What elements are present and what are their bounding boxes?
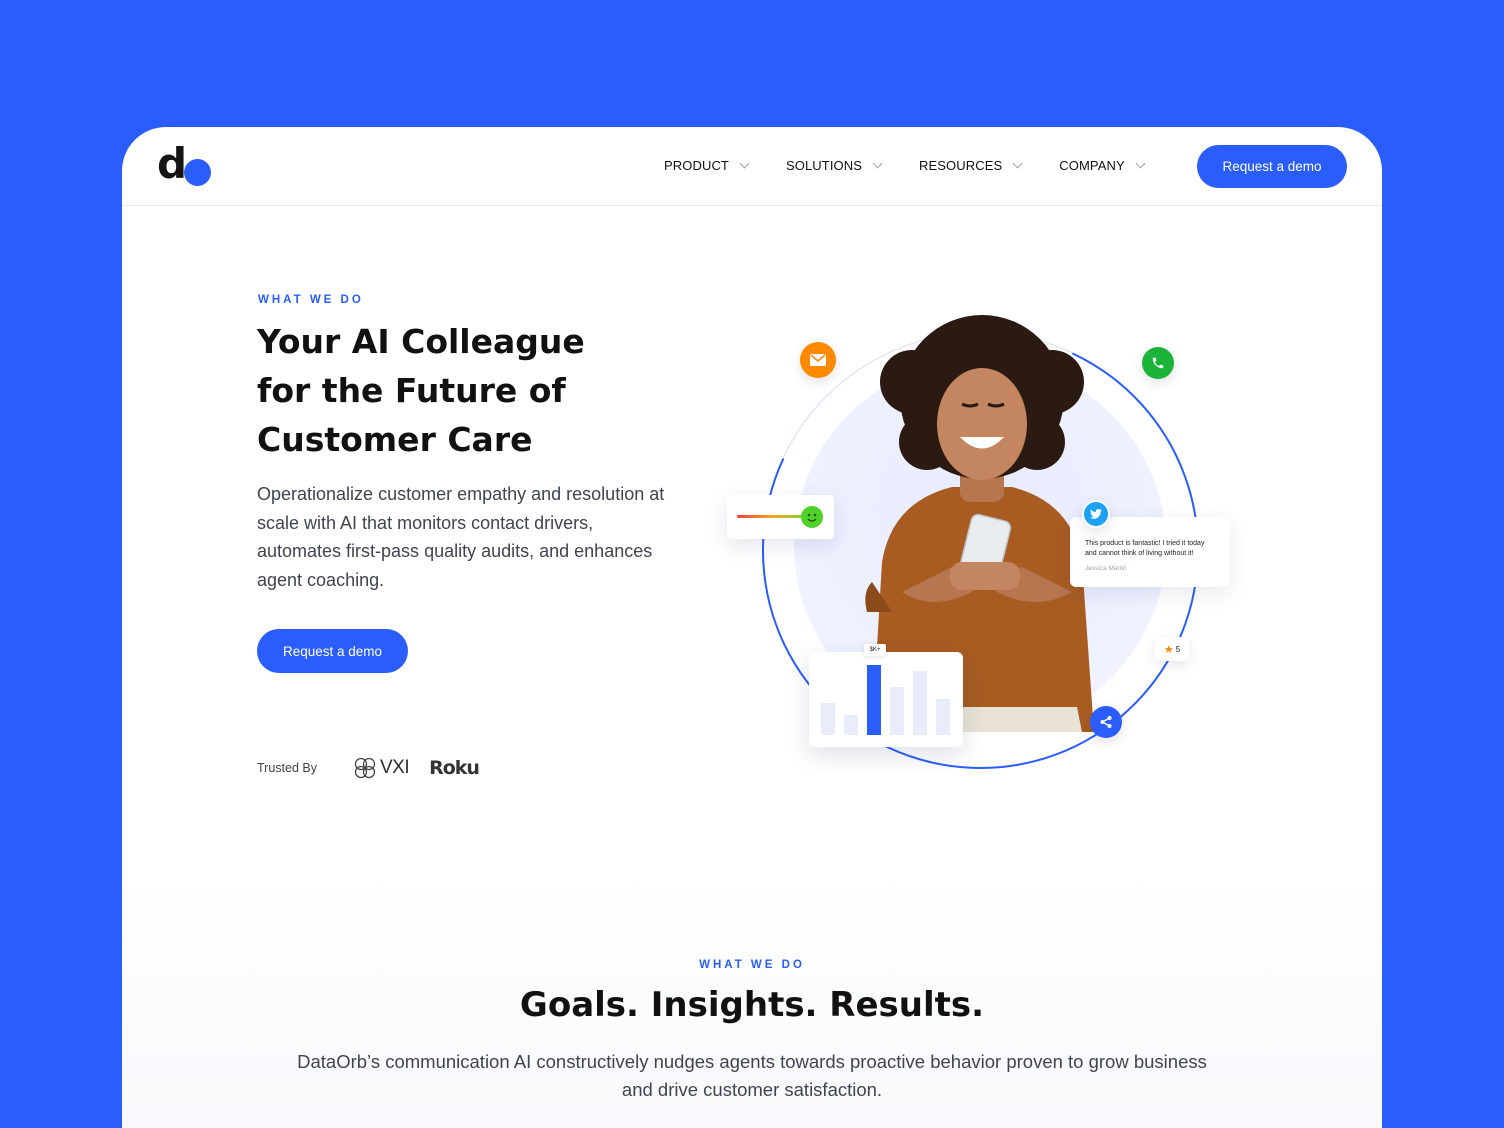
tweet-author: Jessica Martin	[1085, 565, 1127, 572]
mail-icon	[800, 342, 836, 378]
hero-description: Operationalize customer empathy and reso…	[257, 484, 665, 590]
nav-item-company[interactable]: COMPANY	[1059, 158, 1146, 173]
hero-title-line: for the Future of	[257, 371, 566, 410]
phone-icon	[1142, 347, 1174, 379]
main-nav: PRODUCT SOLUTIONS RESOURCES COMPANY	[664, 158, 1146, 173]
vxi-logo-text: VXI	[379, 757, 410, 778]
sentiment-meter-card	[727, 495, 834, 539]
trusted-by-label: Trusted By	[257, 761, 317, 775]
chevron-down-icon	[872, 158, 883, 168]
nav-item-product[interactable]: PRODUCT	[664, 158, 750, 173]
section-eyebrow: WHAT WE DO	[699, 959, 805, 971]
section-description: DataOrb’s communication AI constructivel…	[297, 1051, 1207, 1100]
hero-title-line: Your AI Colleague	[257, 322, 585, 361]
chart-bar	[867, 665, 881, 735]
chart-value-tag: $K+	[864, 644, 886, 656]
roku-logo: Roku	[429, 757, 480, 779]
chart-bar	[821, 703, 835, 735]
site-header: d PRODUCT SOLUTIONS RESOURCES COMPANY Re…	[122, 127, 1382, 206]
rating-badge: ★ 5	[1155, 637, 1189, 661]
star-icon: ★	[1163, 643, 1174, 656]
chevron-down-icon	[1012, 158, 1023, 168]
page-card: d PRODUCT SOLUTIONS RESOURCES COMPANY Re…	[122, 127, 1382, 1128]
hero-title: Your AI Colleague for the Future of Cust…	[257, 317, 697, 464]
nav-label: COMPANY	[1059, 158, 1125, 173]
vxi-logo: VXI	[353, 757, 410, 779]
nav-label: SOLUTIONS	[785, 158, 863, 173]
logo-letter-d: d	[157, 139, 188, 188]
logo-dot	[184, 159, 211, 186]
sentiment-bar	[737, 515, 807, 518]
tweet-text: This product is fantastic! I tried it to…	[1085, 540, 1205, 557]
chart-bar	[936, 699, 950, 735]
chart-bar	[890, 687, 904, 735]
nav-item-resources[interactable]: RESOURCES	[919, 158, 1023, 173]
hero-title-line: Customer Care	[257, 420, 533, 459]
chart-bar	[913, 671, 927, 735]
share-icon	[1090, 706, 1122, 738]
smiley-icon	[801, 506, 823, 528]
trusted-by: Trusted By VXI Roku	[257, 757, 480, 779]
hero-illustration: This product is fantastic! I tried it to…	[700, 270, 1261, 831]
chevron-down-icon	[1135, 158, 1146, 168]
hero-request-demo-button[interactable]: Request a demo	[257, 629, 408, 673]
chevron-down-icon	[739, 158, 750, 168]
header-request-demo-button[interactable]: Request a demo	[1197, 145, 1347, 188]
vxi-knot-icon	[354, 757, 376, 779]
goals-section: WHAT WE DO Goals. Insights. Results. Dat…	[122, 867, 1382, 1128]
section-title: Goals. Insights. Results.	[519, 985, 985, 1025]
nav-label: RESOURCES	[919, 158, 1003, 173]
twitter-icon	[1082, 500, 1110, 528]
nav-item-solutions[interactable]: SOLUTIONS	[785, 158, 883, 173]
rating-value: 5	[1175, 644, 1181, 654]
nav-label: PRODUCT	[664, 158, 729, 173]
dataorb-logo[interactable]: d	[157, 143, 213, 187]
bar-chart-card	[809, 652, 963, 747]
hero-eyebrow: WHAT WE DO	[258, 294, 364, 306]
chart-bar	[844, 715, 858, 735]
